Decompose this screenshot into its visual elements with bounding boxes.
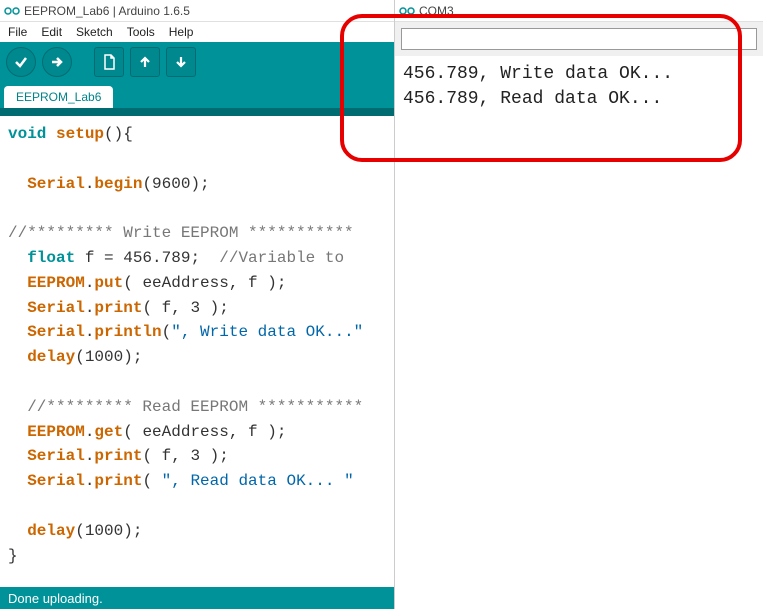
- tab-bar: EEPROM_Lab6: [0, 82, 394, 108]
- serial-line: 456.789, Read data OK...: [403, 87, 755, 112]
- code-editor[interactable]: void setup(){ Serial.begin(9600); //****…: [0, 116, 394, 587]
- code-token: get: [94, 423, 123, 441]
- status-bar: Done uploading.: [0, 587, 394, 609]
- code-token: (: [142, 472, 161, 490]
- code-token: delay: [27, 348, 75, 366]
- code-token: Serial: [27, 299, 85, 317]
- ide-title-text: EEPROM_Lab6 | Arduino 1.6.5: [24, 4, 190, 18]
- code-token: print: [94, 447, 142, 465]
- menu-bar: File Edit Sketch Tools Help: [0, 22, 394, 42]
- arrow-down-icon: [174, 55, 188, 69]
- upload-button[interactable]: [42, 47, 72, 77]
- code-token: begin: [94, 175, 142, 193]
- arduino-logo-icon: [4, 3, 20, 19]
- arrow-up-icon: [138, 55, 152, 69]
- code-token: print: [94, 472, 142, 490]
- code-token: delay: [27, 522, 75, 540]
- code-token: println: [94, 323, 161, 341]
- code-token: print: [94, 299, 142, 317]
- code-token: (: [162, 323, 172, 341]
- serial-line: 456.789, Write data OK...: [403, 62, 755, 87]
- code-token: Serial: [27, 175, 85, 193]
- menu-edit[interactable]: Edit: [37, 24, 66, 40]
- menu-file[interactable]: File: [4, 24, 31, 40]
- serial-title-text: COM3: [419, 4, 454, 18]
- code-token: void: [8, 125, 46, 143]
- serial-send-input[interactable]: [401, 28, 757, 50]
- serial-output[interactable]: 456.789, Write data OK...456.789, Read d…: [395, 56, 763, 609]
- code-token: EEPROM: [27, 423, 85, 441]
- menu-tools[interactable]: Tools: [123, 24, 159, 40]
- toolbar: [0, 42, 394, 82]
- code-token: ( f, 3 );: [142, 299, 228, 317]
- code-token: Serial: [27, 323, 85, 341]
- code-token: setup: [56, 125, 104, 143]
- code-token: f = 456.789;: [75, 249, 219, 267]
- code-token: ", Read data OK... ": [162, 472, 354, 490]
- code-token: }: [8, 547, 18, 565]
- code-token: //********* Write EEPROM ***********: [8, 224, 354, 242]
- code-token: (1000);: [75, 522, 142, 540]
- code-token: Serial: [27, 472, 85, 490]
- code-token: ", Write data OK...": [171, 323, 363, 341]
- code-token: ( eeAddress, f );: [123, 423, 286, 441]
- file-icon: [102, 54, 116, 70]
- ide-titlebar: EEPROM_Lab6 | Arduino 1.6.5: [0, 0, 394, 22]
- arrow-right-icon: [49, 54, 65, 70]
- check-icon: [13, 54, 29, 70]
- new-button[interactable]: [94, 47, 124, 77]
- save-button[interactable]: [166, 47, 196, 77]
- sketch-tab[interactable]: EEPROM_Lab6: [4, 86, 113, 108]
- status-text: Done uploading.: [8, 591, 103, 606]
- code-token: //Variable to: [219, 249, 353, 267]
- menu-help[interactable]: Help: [165, 24, 198, 40]
- code-token: EEPROM: [27, 274, 85, 292]
- open-button[interactable]: [130, 47, 160, 77]
- serial-titlebar: COM3: [395, 0, 763, 22]
- menu-sketch[interactable]: Sketch: [72, 24, 117, 40]
- tab-divider: [0, 108, 394, 116]
- code-token: Serial: [27, 447, 85, 465]
- arduino-logo-icon: [399, 3, 415, 19]
- code-token: put: [94, 274, 123, 292]
- verify-button[interactable]: [6, 47, 36, 77]
- code-token: //********* Read EEPROM ***********: [8, 398, 363, 416]
- code-token: (9600);: [142, 175, 209, 193]
- arduino-ide-window: EEPROM_Lab6 | Arduino 1.6.5 File Edit Sk…: [0, 0, 395, 609]
- code-token: ( f, 3 );: [142, 447, 228, 465]
- serial-monitor-window: COM3 456.789, Write data OK...456.789, R…: [395, 0, 763, 609]
- serial-input-row: [395, 22, 763, 56]
- code-token: (1000);: [75, 348, 142, 366]
- code-token: ( eeAddress, f );: [123, 274, 286, 292]
- code-token: float: [27, 249, 75, 267]
- code-token: (){: [104, 125, 133, 143]
